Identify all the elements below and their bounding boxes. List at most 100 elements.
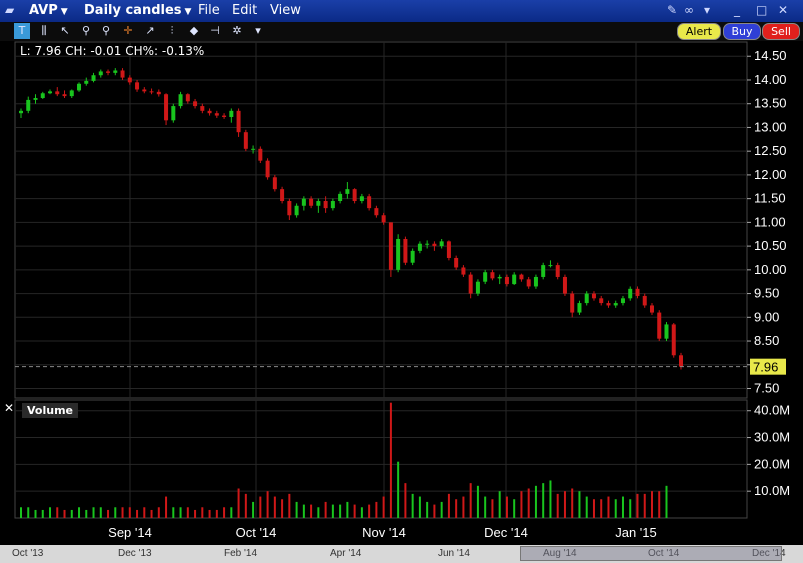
- candle-body: [62, 94, 67, 97]
- candle-body: [316, 201, 321, 206]
- x-month-label: Oct '14: [236, 525, 277, 540]
- candle-body: [214, 113, 219, 116]
- candle-body: [446, 241, 451, 258]
- candle-body: [490, 272, 495, 279]
- volume-panel-label: Volume: [22, 403, 78, 418]
- price-tick-label: 13.00: [754, 119, 787, 134]
- volume-bar: [658, 491, 661, 518]
- candle-body: [359, 196, 364, 202]
- candle-body: [323, 201, 328, 209]
- volume-bar: [230, 507, 233, 518]
- volume-bar: [339, 504, 342, 518]
- volume-bar: [527, 488, 530, 518]
- volume-bar: [389, 402, 392, 518]
- volume-bar: [273, 496, 276, 518]
- candle-body: [69, 90, 74, 97]
- candle-body: [417, 243, 422, 251]
- candle-body: [200, 106, 205, 111]
- candle-body: [142, 89, 147, 92]
- time-scrollbar[interactable]: Oct '13 Dec '13 Feb '14 Apr '14 Jun '14 Aug '…: [0, 545, 803, 563]
- volume-bar: [201, 507, 204, 518]
- candle-body: [272, 177, 277, 190]
- candle-body: [657, 312, 662, 339]
- candle-body: [432, 243, 437, 247]
- candle-body: [106, 71, 111, 73]
- volume-bar: [382, 496, 385, 518]
- candle-body: [98, 71, 103, 76]
- candle-body: [120, 70, 125, 78]
- candle-body: [309, 198, 314, 206]
- scrollbar-date-label: Oct '13: [12, 548, 44, 559]
- volume-bar: [585, 496, 588, 518]
- volume-bar: [288, 493, 291, 518]
- candle-body: [280, 189, 285, 202]
- volume-bar: [476, 485, 479, 518]
- scrollbar-date-label: Feb '14: [224, 548, 258, 559]
- volume-bar: [549, 480, 552, 518]
- chart-canvas: 14.50 14.00 13.50 13.00 12.50 12.00 11.50 11.00…: [14, 41, 790, 540]
- x-month-label: Nov '14: [362, 525, 406, 540]
- candle-body: [243, 132, 248, 149]
- volume-bar: [34, 509, 37, 518]
- price-tick-label: 13.50: [754, 96, 787, 111]
- candle-body: [504, 276, 509, 285]
- volume-bar: [397, 461, 400, 518]
- candle-body: [222, 115, 227, 117]
- volume-bar: [614, 499, 617, 518]
- candle-body: [635, 288, 640, 296]
- candle-body: [562, 276, 567, 294]
- volume-bar: [143, 507, 146, 518]
- volume-bar: [418, 496, 421, 518]
- x-month-label: Dec '14: [484, 525, 528, 540]
- candle-body: [533, 276, 538, 287]
- candle-body: [265, 160, 270, 178]
- candle-body: [649, 305, 654, 313]
- volume-bar: [375, 501, 378, 518]
- candle-body: [127, 77, 132, 83]
- volume-bar: [114, 507, 117, 518]
- candle-body: [483, 272, 488, 282]
- scrollbar-date-label: Jun '14: [438, 548, 470, 559]
- volume-bar: [237, 488, 240, 518]
- volume-bar: [498, 491, 501, 518]
- x-month-label: Sep '14: [108, 525, 152, 540]
- candle-body: [84, 80, 89, 84]
- volume-tick-label: 20.0M: [754, 456, 790, 471]
- close-icon[interactable]: ✕: [4, 401, 14, 415]
- volume-bar: [534, 485, 537, 518]
- candle-body: [26, 99, 31, 111]
- candle-body: [149, 91, 154, 93]
- volume-bar: [172, 507, 175, 518]
- candle-body: [454, 257, 459, 268]
- volume-bar: [607, 496, 610, 518]
- volume-bar: [63, 509, 66, 518]
- candle-body: [229, 110, 234, 117]
- price-tick-label: 12.50: [754, 143, 787, 158]
- volume-bar: [165, 496, 168, 518]
- volume-bar: [27, 507, 30, 518]
- candle-body: [497, 276, 502, 279]
- candle-body: [338, 193, 343, 202]
- candle-body: [548, 265, 553, 267]
- volume-bar: [295, 501, 298, 518]
- candle-body: [403, 238, 408, 263]
- price-tick-label: 10.50: [754, 238, 787, 253]
- volume-bar: [259, 496, 262, 518]
- volume-bar: [578, 491, 581, 518]
- candle-body: [679, 355, 683, 367]
- volume-bar: [629, 499, 632, 518]
- scrollbar-thumb[interactable]: [520, 546, 782, 561]
- candle-body: [48, 91, 53, 94]
- volume-bar: [556, 493, 559, 518]
- volume-bar: [186, 507, 189, 518]
- candle-body: [374, 208, 379, 216]
- volume-bar: [665, 485, 668, 518]
- volume-bar: [447, 493, 450, 518]
- volume-bar: [440, 501, 443, 518]
- candle-body: [91, 75, 96, 81]
- price-tick-label: 10.00: [754, 262, 787, 277]
- candle-body: [591, 293, 596, 299]
- candle-body: [526, 279, 531, 287]
- candle-body: [519, 274, 524, 280]
- volume-bar: [157, 507, 160, 518]
